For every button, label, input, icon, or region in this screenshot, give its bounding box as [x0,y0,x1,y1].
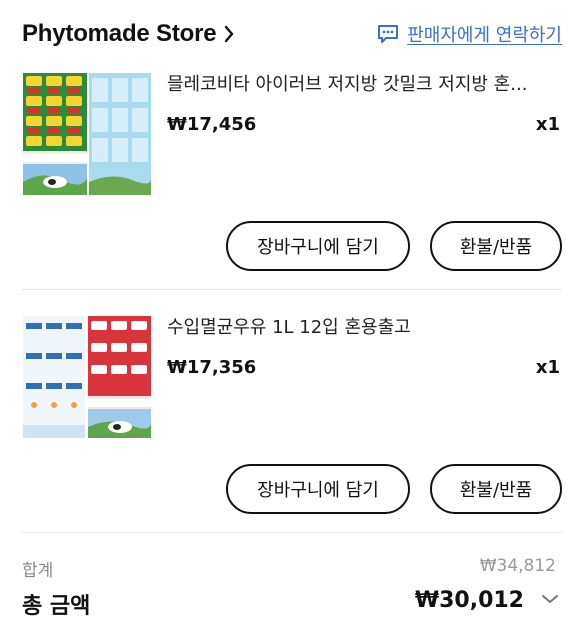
refund-return-button[interactable]: 환불/반품 [430,464,562,514]
product-price: ₩17,356 [167,357,257,378]
contact-seller-label: 판매자에게 연락하기 [407,25,562,46]
product-image[interactable] [22,313,152,441]
subtotal-label: 합계 [22,561,54,581]
chevron-right-icon [225,25,234,43]
divider [22,289,562,290]
subtotal-value: ₩34,812 [479,556,556,576]
product-price: ₩17,456 [167,114,257,135]
add-to-cart-button[interactable]: 장바구니에 담기 [226,464,410,514]
store-name: Phytomade Store [22,20,217,47]
chat-icon [378,25,399,43]
divider [22,532,562,533]
store-name-link[interactable]: Phytomade Store [22,20,234,48]
product-quantity: x1 [535,357,560,378]
product-image[interactable] [22,70,152,198]
contact-seller-link[interactable]: 판매자에게 연락하기 [376,21,562,47]
add-to-cart-button[interactable]: 장바구니에 담기 [226,221,410,271]
total-label: 총 금액 [22,594,91,619]
refund-return-button[interactable]: 환불/반품 [430,221,562,271]
product-title[interactable]: 믈레코비타 아이러브 저지방 갓밀크 저지방 혼... [167,70,559,96]
product-quantity: x1 [535,114,560,135]
product-title[interactable]: 수입멸균우유 1L 12입 혼용출고 [167,313,559,339]
chevron-down-icon[interactable] [541,593,559,605]
store-header: Phytomade Store 판매자에게 연락하기 [22,18,562,52]
total-value: ₩30,012 [414,588,524,613]
